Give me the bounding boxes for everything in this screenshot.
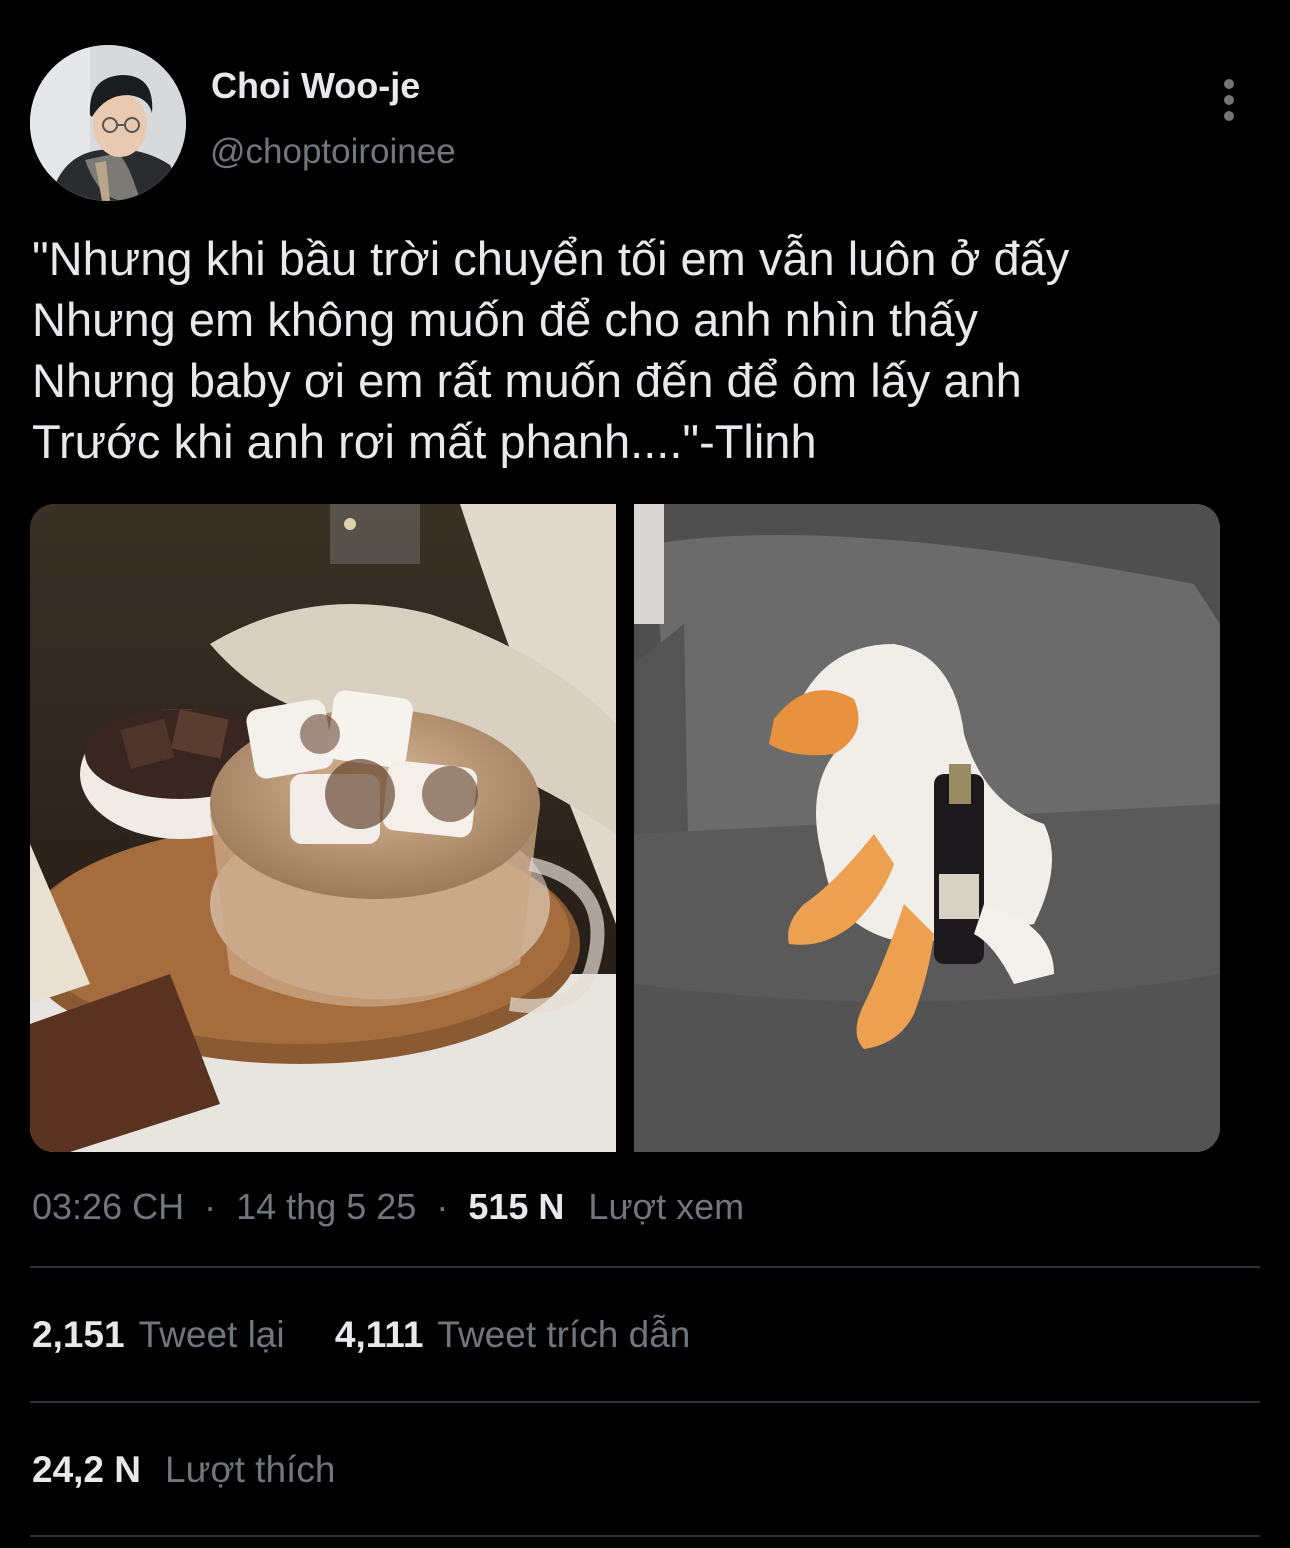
author-display-name[interactable]: Choi Woo-je [211,65,420,107]
more-options-button[interactable] [1210,75,1250,125]
views-label: Lượt xem [588,1186,745,1227]
tweet-header: Choi Woo-je @choptoiroinee [30,45,1260,205]
likes-stat[interactable]: 24,2 N Lượt thích [32,1449,335,1491]
stats-row-reposts: 2,151 Tweet lại 4,111 Tweet trích dẫn [32,1314,690,1356]
retweets-stat[interactable]: 2,151 Tweet lại [32,1314,285,1356]
retweets-label: Tweet lại [138,1314,285,1355]
meta-separator: · [436,1186,449,1227]
tweet-line: Nhưng em không muốn để cho anh nhìn thấy [32,293,978,346]
hot-chocolate-marshmallow-photo[interactable] [30,504,616,1152]
avatar[interactable] [30,45,186,201]
divider [30,1266,1260,1268]
retweets-count: 2,151 [32,1314,125,1355]
meta-separator: · [204,1186,217,1227]
plush-goose-with-wine-photo[interactable] [634,504,1220,1152]
tweet-meta: 03:26 CH · 14 thg 5 25 · 515 N Lượt xem [32,1186,744,1228]
tweet-line: Trước khi anh rơi mất phanh...."-Tlinh [32,415,817,468]
quotes-count: 4,111 [334,1314,424,1355]
divider [30,1401,1260,1403]
tweet-media [30,504,1220,1152]
divider [30,1535,1260,1537]
tweet-line: "Nhưng khi bầu trời chuyển tối em vẫn lu… [32,232,1070,285]
author-handle[interactable]: @choptoiroinee [210,132,456,172]
tweet-line: Nhưng baby ơi em rất muốn đến để ôm lấy … [32,354,1022,407]
quotes-stat[interactable]: 4,111 Tweet trích dẫn [335,1314,690,1356]
views-count: 515 N [468,1186,565,1227]
tweet-text: "Nhưng khi bầu trời chuyển tối em vẫn lu… [32,228,1262,472]
likes-label: Lượt thích [165,1449,336,1490]
tweet-date[interactable]: 14 thg 5 25 [236,1186,416,1227]
quotes-label: Tweet trích dẫn [437,1314,691,1355]
tweet-time[interactable]: 03:26 CH [32,1186,184,1227]
stats-row-likes: 24,2 N Lượt thích [32,1449,335,1491]
likes-count: 24,2 N [32,1449,142,1490]
